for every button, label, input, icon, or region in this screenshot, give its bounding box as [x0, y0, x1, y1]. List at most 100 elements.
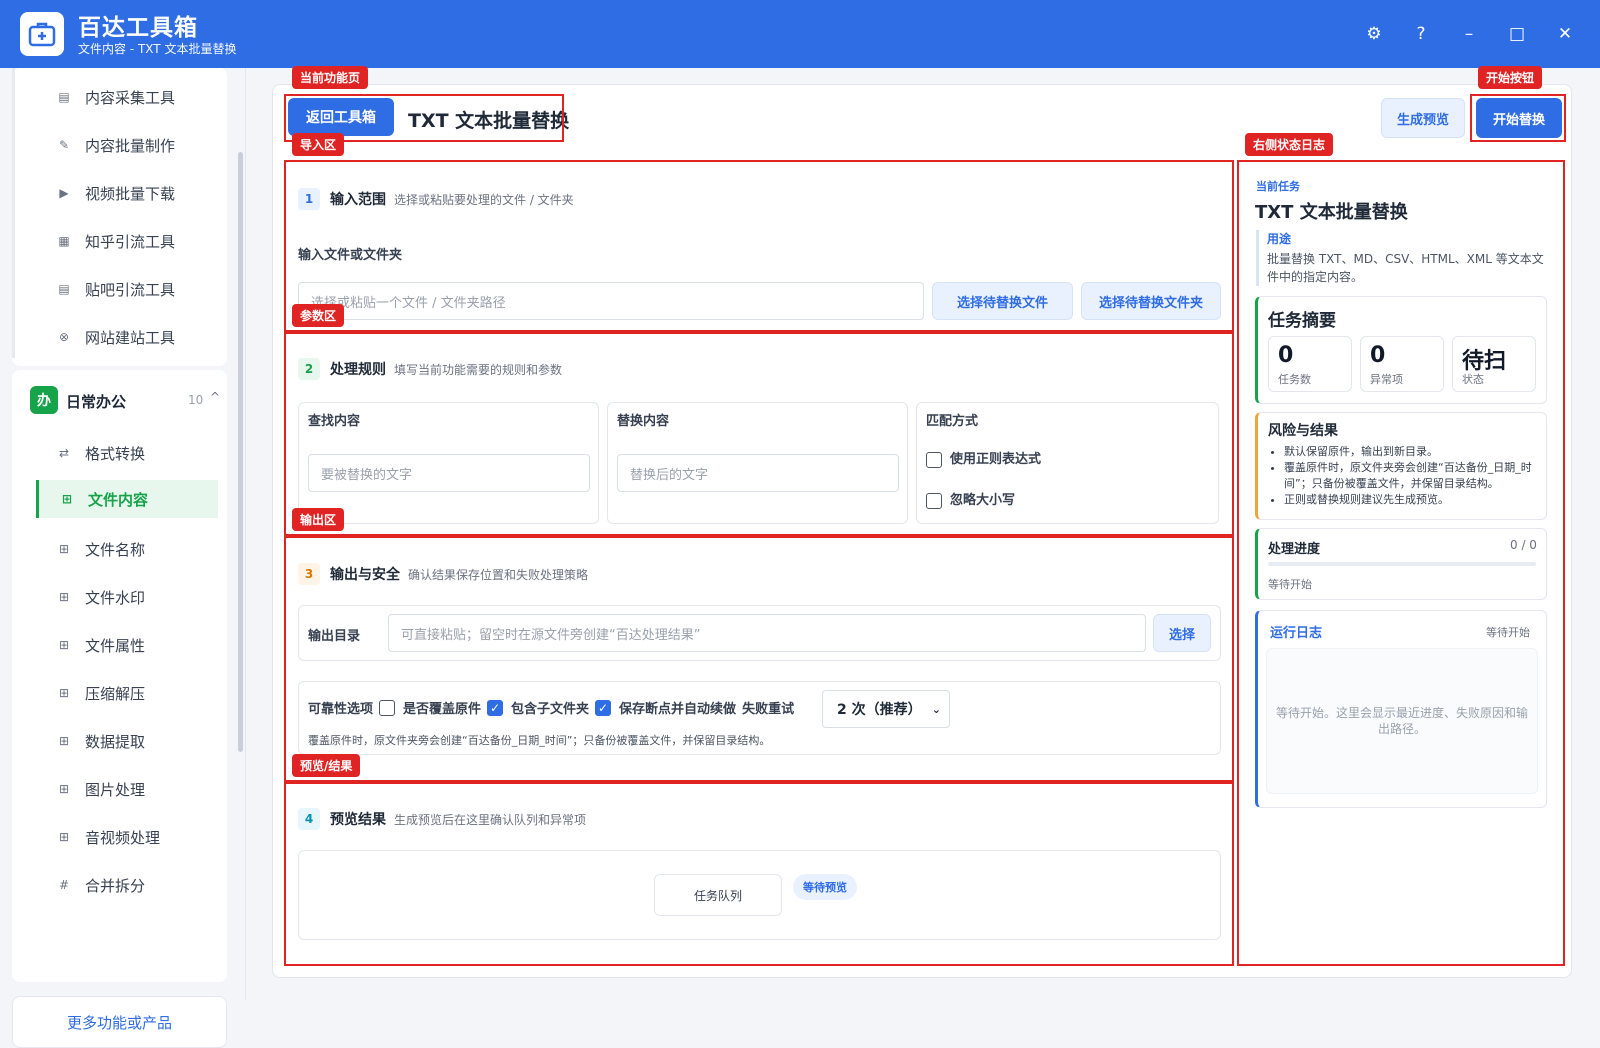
start-button[interactable]: 开始替换 [1476, 98, 1562, 138]
maximize-icon[interactable]: □ [1503, 20, 1531, 48]
find-label: 查找内容 [308, 414, 361, 429]
settings-icon[interactable]: ⚙ [1360, 20, 1388, 48]
reliability-row: 可靠性选项 是否覆盖原件 ✓ 包含子文件夹 ✓ 保存断点并自动续做 失败重试 [308, 699, 795, 717]
ignore-case-checkbox[interactable] [926, 492, 942, 509]
risk-item: 正则或替换规则建议先生成预览。 [1284, 492, 1540, 508]
stat-exception-count: 0 异常项 [1360, 336, 1444, 392]
chevron-down-icon: ⌄ [931, 702, 941, 716]
doc-icon: ▤ [58, 282, 70, 296]
sidebar-item-zhihu[interactable]: ▦ 知乎引流工具 [55, 222, 235, 260]
sidebar-scroll-thumb[interactable] [238, 152, 243, 752]
regex-option[interactable]: 使用正则表达式 [926, 448, 1041, 468]
back-button[interactable]: 返回工具箱 [288, 98, 394, 136]
resume-checkbox[interactable]: ✓ [595, 699, 612, 716]
output-dir-label: 输出目录 [308, 629, 361, 644]
help-icon[interactable]: ? [1407, 20, 1435, 48]
doc-icon: ▤ [58, 90, 70, 104]
sidebar-item-format-convert[interactable]: ⇄ 格式转换 [55, 434, 235, 472]
sidebar-item-data-extract[interactable]: ⊞ 数据提取 [55, 722, 235, 760]
minimize-icon[interactable]: – [1455, 20, 1483, 48]
annotation-tag-import: 导入区 [292, 133, 345, 156]
queue-tab[interactable]: 任务队列 [654, 874, 782, 916]
annotation-tag-start: 开始按钮 [1478, 66, 1543, 89]
title-bar: 百达工具箱 文件内容 - TXT 文本批量替换 ⚙ ? – □ ✕ [0, 0, 1600, 68]
choose-folder-button[interactable]: 选择待替换文件夹 [1081, 282, 1221, 320]
progress-count: 0 / 0 [1510, 538, 1537, 552]
group-collapse-icon[interactable]: ^ [210, 390, 220, 404]
replace-input[interactable]: 替换后的文字 [617, 454, 899, 492]
output-dir-input[interactable]: 可直接粘贴；留空时在源文件旁创建“百达处理结果” [388, 614, 1146, 652]
sidebar-item-video-download[interactable]: ▶ 视频批量下载 [55, 174, 235, 212]
subfolder-checkbox[interactable]: ✓ [487, 699, 504, 716]
ignore-case-option[interactable]: 忽略大小写 [926, 489, 1015, 509]
match-label: 匹配方式 [926, 414, 979, 429]
sidebar-item-tieba[interactable]: ▤ 贴吧引流工具 [55, 270, 235, 308]
hash-icon: # [58, 878, 70, 892]
log-status: 等待开始 [1486, 626, 1530, 639]
app-logo-icon [20, 12, 64, 56]
sidebar-item-file-name[interactable]: ⊞ 文件名称 [55, 530, 235, 568]
sidebar-item-file-content[interactable]: ⊞ 文件内容 [36, 480, 218, 518]
preview-button[interactable]: 生成预览 [1381, 98, 1465, 138]
pen-icon: ✎ [58, 138, 70, 152]
choose-file-button[interactable]: 选择待替换文件 [932, 282, 1073, 320]
sidebar-item-image[interactable]: ⊞ 图片处理 [55, 770, 235, 808]
group-name[interactable]: 日常办公 [66, 391, 126, 412]
regex-checkbox[interactable] [926, 451, 942, 468]
use-label: 用途 [1267, 232, 1292, 246]
grid-icon: ⊞ [58, 734, 70, 748]
task-label: 当前任务 [1256, 180, 1300, 193]
log-title: 运行日志 [1270, 626, 1323, 641]
app-title: 百达工具箱 [78, 15, 198, 41]
video-icon: ▶ [59, 186, 69, 200]
overwrite-checkbox[interactable] [379, 699, 396, 716]
sidebar-item-file-attr[interactable]: ⊞ 文件属性 [55, 626, 235, 664]
progress-title: 处理进度 [1268, 542, 1321, 557]
globe-icon: ⊗ [58, 330, 70, 344]
input-field-label: 输入文件或文件夹 [298, 248, 403, 263]
stat-status: 待扫 状态 [1452, 336, 1536, 392]
group-count: 10 [188, 393, 204, 407]
sidebar-item-content-batch[interactable]: ✎ 内容批量制作 [55, 126, 235, 164]
section-2-header: 2 处理规则 填写当前功能需要的规则和参数 [298, 358, 562, 380]
find-input[interactable]: 要被替换的文字 [308, 454, 590, 492]
group-badge: 办 [30, 386, 58, 414]
annotation-tag-current-page: 当前功能页 [292, 66, 369, 89]
choose-output-button[interactable]: 选择 [1153, 614, 1211, 652]
status-badge: 等待预览 [793, 874, 857, 900]
section-3-header: 3 输出与安全 确认结果保存位置和失败处理策略 [298, 563, 588, 585]
input-path-field[interactable]: 选择或粘贴一个文件 / 文件夹路径 [298, 282, 924, 320]
progress-status: 等待开始 [1268, 578, 1312, 591]
grid-icon: ⊞ [58, 782, 70, 796]
log-output: 等待开始。这里会显示最近进度、失败原因和输出路径。 [1266, 648, 1538, 794]
grid-icon: ⊞ [58, 590, 70, 604]
app-subtitle: 文件内容 - TXT 文本批量替换 [78, 42, 237, 56]
retry-select[interactable]: 2 次（推荐） ⌄ [822, 690, 950, 728]
risk-list: 默认保留原件，输出到新目录。 覆盖原件时，原文件夹旁会创建“百达备份_日期_时间… [1284, 444, 1540, 508]
close-icon[interactable]: ✕ [1551, 20, 1579, 48]
annotation-tag-output: 输出区 [292, 508, 345, 531]
swap-icon: ⇄ [58, 446, 70, 460]
grid-icon: ⊞ [58, 686, 70, 700]
stat-task-count: 0 任务数 [1268, 336, 1352, 392]
annotation-tag-right-log: 右侧状态日志 [1245, 133, 1334, 156]
summary-title: 任务摘要 [1268, 311, 1336, 331]
more-products-link[interactable]: 更多功能或产品 [12, 996, 227, 1048]
risk-item: 默认保留原件，输出到新目录。 [1284, 444, 1540, 460]
sidebar-item-file-watermark[interactable]: ⊞ 文件水印 [55, 578, 235, 616]
sidebar-item-av[interactable]: ⊞ 音视频处理 [55, 818, 235, 856]
sidebar-item-compress[interactable]: ⊞ 压缩解压 [55, 674, 235, 712]
sidebar-item-website[interactable]: ⊗ 网站建站工具 [55, 318, 235, 356]
annotation-tag-preview: 预览/结果 [292, 754, 361, 777]
grid-icon: ⊞ [61, 492, 73, 506]
grid-icon: ⊞ [58, 542, 70, 556]
risk-title: 风险与结果 [1268, 423, 1338, 439]
overwrite-note: 覆盖原件时，原文件夹旁会创建“百达备份_日期_时间”；只备份被覆盖文件，并保留目… [308, 734, 771, 747]
page-title: TXT 文本批量替换 [408, 110, 570, 132]
section-4-header: 4 预览结果 生成预览后在这里确认队列和异常项 [298, 808, 586, 830]
sidebar-item-merge-split[interactable]: # 合并拆分 [55, 866, 235, 904]
progress-bar [1268, 562, 1536, 566]
sidebar-item-content-collect[interactable]: ▤ 内容采集工具 [55, 78, 235, 116]
task-title: TXT 文本批量替换 [1255, 202, 1408, 223]
risk-item: 覆盖原件时，原文件夹旁会创建“百达备份_日期_时间”；只备份被覆盖文件，并保留目… [1284, 460, 1540, 492]
